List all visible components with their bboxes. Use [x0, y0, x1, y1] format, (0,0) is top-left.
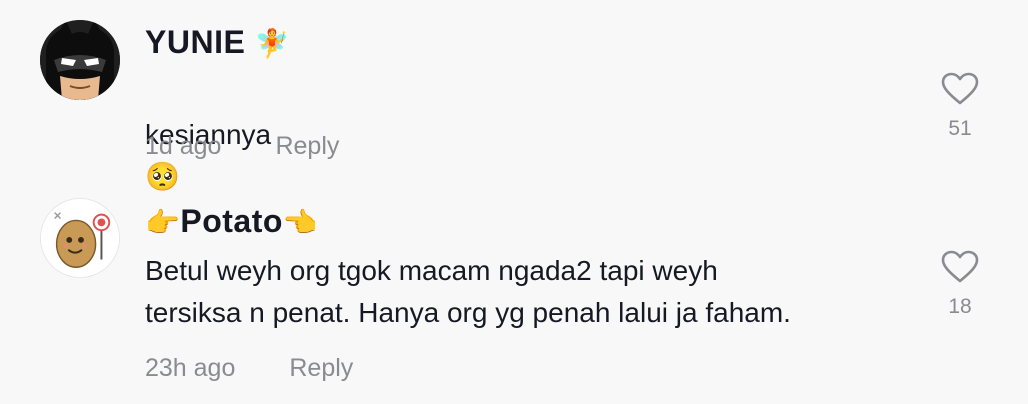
heart-icon: [941, 72, 979, 105]
reply-button[interactable]: Reply: [275, 132, 339, 160]
comment-item: 👉Potato👈 Betul weyh org tgok macam ngada…: [0, 180, 1028, 404]
avatar[interactable]: [40, 198, 120, 278]
username[interactable]: 👉Potato👈: [145, 201, 318, 243]
like-count: 18: [948, 295, 972, 318]
potato-avatar-icon: [41, 199, 119, 277]
reply-button[interactable]: Reply: [289, 354, 353, 382]
heart-icon: [941, 250, 979, 283]
pointing-left-emoji-icon: 👈: [282, 207, 319, 238]
comment-item: YUNIE 🧚 kesiannya 🥺 1d ago Reply 51: [0, 0, 1028, 192]
comment-meta: 1d ago Reply: [145, 131, 339, 161]
timestamp: 23h ago: [145, 354, 236, 382]
batman-avatar-icon: [40, 20, 120, 100]
like-button[interactable]: 18: [932, 250, 988, 319]
timestamp: 1d ago: [145, 132, 222, 160]
like-button[interactable]: 51: [932, 72, 988, 141]
comment-text: Betul weyh org tgok macam ngada2 tapi we…: [145, 255, 791, 328]
username[interactable]: YUNIE 🧚: [145, 22, 290, 64]
avatar[interactable]: [40, 20, 120, 100]
username-text: Potato: [180, 203, 283, 239]
comment-meta: 23h ago Reply: [145, 353, 353, 383]
fairy-emoji-icon: 🧚: [254, 28, 291, 59]
pointing-right-emoji-icon: 👉: [145, 207, 181, 238]
username-text: YUNIE: [145, 24, 246, 60]
like-count: 51: [948, 117, 972, 140]
